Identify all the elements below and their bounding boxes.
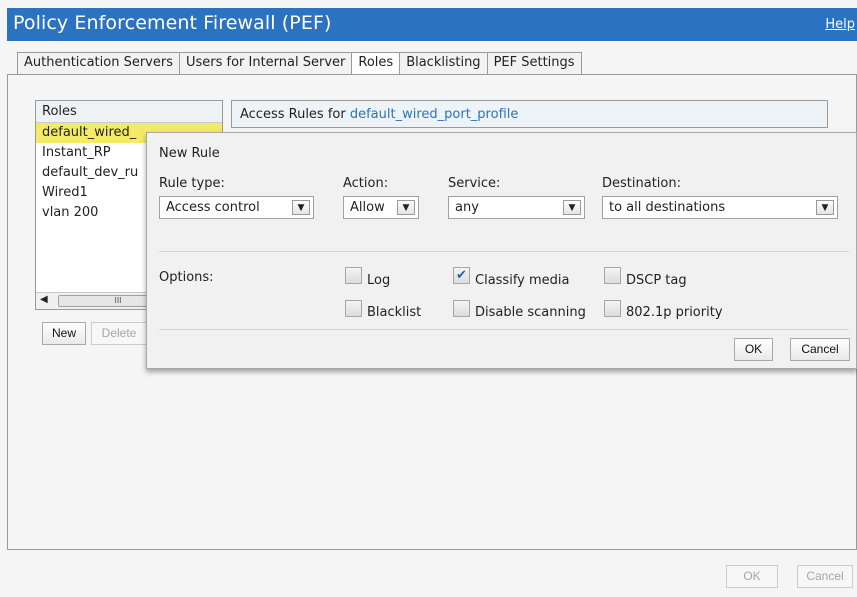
new-role-button[interactable]: New: [42, 322, 86, 345]
divider: [159, 251, 849, 252]
disable-scanning-checkbox[interactable]: [453, 300, 470, 317]
dialog-title: New Rule: [159, 146, 220, 161]
window-title: Policy Enforcement Firewall (PEF): [13, 12, 332, 34]
chevron-down-icon[interactable]: ▼: [292, 200, 310, 215]
rule-type-label: Rule type:: [159, 176, 225, 191]
blacklist-label: Blacklist: [367, 305, 422, 320]
chevron-down-icon[interactable]: ▼: [563, 200, 581, 215]
footer-cancel-button[interactable]: Cancel: [797, 565, 853, 588]
footer-ok-button[interactable]: OK: [726, 565, 778, 588]
rule-type-value: Access control: [166, 200, 260, 215]
divider: [159, 329, 849, 330]
dialog-cancel-button[interactable]: Cancel: [790, 338, 850, 361]
help-link[interactable]: Help: [825, 17, 855, 32]
delete-role-button[interactable]: Delete: [91, 322, 147, 345]
dot1p-priority-checkbox[interactable]: [604, 300, 621, 317]
checkmark-icon: ✔: [456, 268, 467, 283]
action-value: Allow: [350, 200, 385, 215]
rule-type-select[interactable]: Access control ▼: [159, 196, 314, 219]
roles-list-header: Roles: [36, 101, 222, 123]
tab-users-for-internal-server[interactable]: Users for Internal Server: [178, 52, 352, 74]
dscp-tag-label: DSCP tag: [626, 273, 687, 288]
disable-scanning-label: Disable scanning: [475, 305, 586, 320]
destination-value: to all destinations: [609, 200, 726, 215]
options-label: Options:: [159, 270, 214, 285]
scroll-left-icon[interactable]: ◀: [40, 294, 48, 305]
service-label: Service:: [448, 176, 501, 191]
destination-label: Destination:: [602, 176, 681, 191]
log-checkbox[interactable]: [345, 267, 362, 284]
dialog-ok-button[interactable]: OK: [734, 338, 773, 361]
tab-blacklisting[interactable]: Blacklisting: [399, 52, 487, 74]
access-rules-header: Access Rules for default_wired_port_prof…: [231, 100, 828, 128]
classify-media-checkbox[interactable]: ✔: [453, 267, 470, 284]
action-select[interactable]: Allow ▼: [343, 196, 419, 219]
log-label: Log: [367, 273, 391, 288]
access-rules-profile-link[interactable]: default_wired_port_profile: [350, 107, 519, 122]
dscp-tag-checkbox[interactable]: [604, 267, 621, 284]
tab-bar: Authentication Servers Users for Interna…: [17, 52, 582, 75]
classify-media-label: Classify media: [475, 273, 570, 288]
action-label: Action:: [343, 176, 389, 191]
tab-pef-settings[interactable]: PEF Settings: [486, 52, 582, 74]
title-bar: Policy Enforcement Firewall (PEF) Help: [7, 8, 857, 41]
tab-roles[interactable]: Roles: [351, 52, 400, 75]
new-rule-dialog: New Rule Rule type: Access control ▼ Act…: [146, 132, 857, 369]
blacklist-checkbox[interactable]: [345, 300, 362, 317]
access-rules-label: Access Rules for: [240, 107, 350, 122]
dot1p-priority-label: 802.1p priority: [626, 305, 723, 320]
chevron-down-icon[interactable]: ▼: [397, 200, 415, 215]
destination-select[interactable]: to all destinations ▼: [602, 196, 838, 219]
service-value: any: [455, 200, 479, 215]
service-select[interactable]: any ▼: [448, 196, 585, 219]
tab-authentication-servers[interactable]: Authentication Servers: [17, 52, 179, 74]
chevron-down-icon[interactable]: ▼: [816, 200, 834, 215]
